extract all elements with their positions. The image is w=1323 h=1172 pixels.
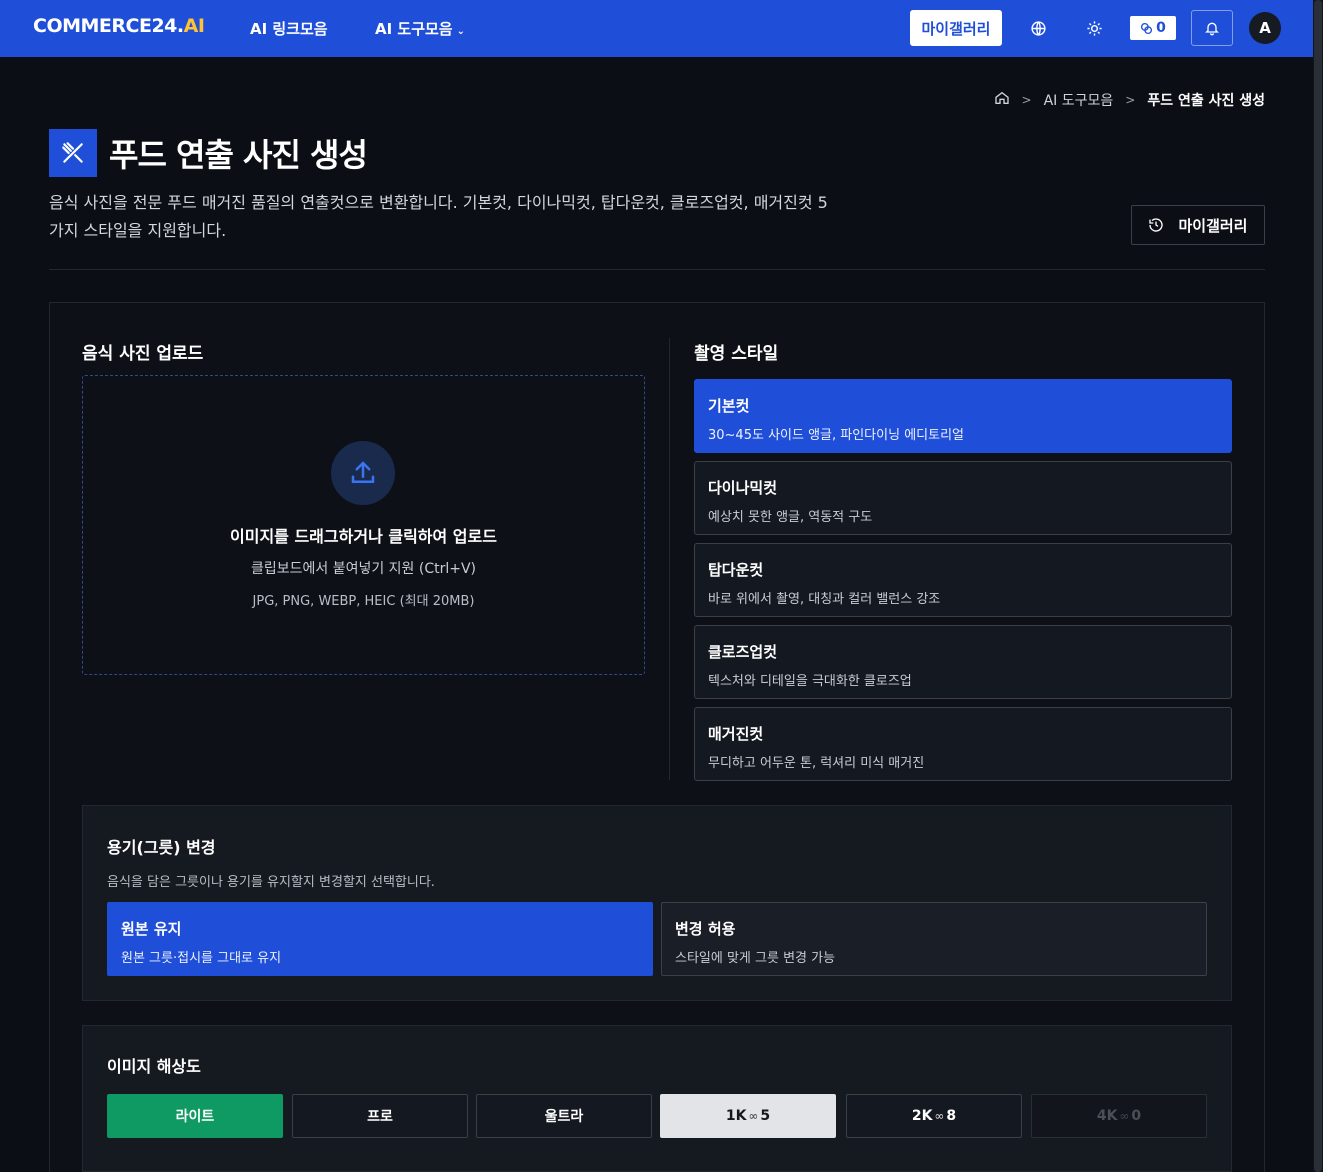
breadcrumb: > AI 도구모음 > 푸드 연출 사진 생성 — [994, 90, 1265, 110]
my-gallery-button[interactable]: 마이갤러리 — [1131, 205, 1265, 245]
resolution-label: 프로 — [367, 1109, 393, 1125]
breadcrumb-separator-icon: > — [1125, 93, 1136, 107]
breadcrumb-ai-tools[interactable]: AI 도구모음 — [1044, 90, 1114, 110]
style-option-closeup[interactable]: 클로즈업컷 텍스처와 디테일을 극대화한 클로즈업 — [694, 625, 1232, 699]
logo-text: COMMERCE24. — [33, 15, 184, 37]
credit-count: 0 — [1156, 20, 1166, 36]
resolution-cost: 5 — [760, 1108, 771, 1124]
style-option-basic[interactable]: 기본컷 30~45도 사이드 앵글, 파인다이닝 에디토리얼 — [694, 379, 1232, 453]
history-icon — [1149, 218, 1164, 232]
resolution-label: 라이트 — [175, 1109, 215, 1125]
vessel-option-title: 원본 유지 — [121, 920, 182, 938]
fork-knife-icon — [49, 129, 97, 177]
vessel-option-change[interactable]: 변경 허용 스타일에 맞게 그릇 변경 가능 — [661, 902, 1207, 976]
style-title: 다이나믹컷 — [708, 479, 778, 497]
coin-icon — [1141, 22, 1153, 34]
style-desc: 무디하고 어두운 톤, 럭셔리 미식 매거진 — [708, 756, 925, 771]
resolution-label: 1K — [725, 1108, 747, 1124]
breadcrumb-current: 푸드 연출 사진 생성 — [1147, 93, 1265, 109]
style-desc: 텍스처와 디테일을 극대화한 클로즈업 — [708, 674, 912, 689]
style-option-topdown[interactable]: 탑다운컷 바로 위에서 촬영, 대칭과 컬러 밸런스 강조 — [694, 543, 1232, 617]
style-option-dynamic[interactable]: 다이나믹컷 예상치 못한 앵글, 역동적 구도 — [694, 461, 1232, 535]
logo-accent: AI — [183, 15, 205, 37]
resolution-4k-button[interactable]: 4K ∞ 0 — [1031, 1094, 1207, 1138]
page-description: 음식 사진을 전문 푸드 매거진 품질의 연출컷으로 변환합니다. 기본컷, 다… — [49, 193, 828, 240]
resolution-label: 울트라 — [544, 1109, 584, 1125]
page-title: 푸드 연출 사진 생성 — [109, 136, 368, 174]
chevron-down-icon: ⌄ — [456, 26, 466, 37]
resolution-1k-button[interactable]: 1K ∞ 5 — [660, 1094, 836, 1138]
notification-bell-button[interactable] — [1191, 10, 1233, 46]
bell-icon — [1205, 22, 1219, 36]
nav-ai-links[interactable]: AI 링크모음 — [250, 18, 328, 39]
header-gallery-button[interactable]: 마이갤러리 — [910, 10, 1002, 46]
vessel-option-desc: 스타일에 맞게 그릇 변경 가능 — [675, 951, 836, 966]
section-divider — [49, 269, 1265, 270]
style-desc: 바로 위에서 촬영, 대칭과 컬러 밸런스 강조 — [708, 592, 941, 607]
vessel-option-desc: 원본 그릇·접시를 그대로 유지 — [121, 951, 282, 966]
credit-badge[interactable]: 0 — [1130, 16, 1176, 40]
coin-icon: ∞ — [934, 1109, 945, 1123]
style-title: 매거진컷 — [708, 725, 764, 743]
resolution-ultra-button[interactable]: 울트라 — [476, 1094, 652, 1138]
coin-icon: ∞ — [1119, 1109, 1130, 1123]
style-title: 탑다운컷 — [708, 561, 764, 579]
column-divider — [669, 338, 670, 780]
upload-section-label: 음식 사진 업로드 — [82, 344, 204, 364]
upload-title: 이미지를 드래그하거나 클릭하여 업로드 — [230, 527, 497, 546]
resolution-lite-button[interactable]: 라이트 — [107, 1094, 283, 1138]
vessel-option-title: 변경 허용 — [675, 920, 736, 938]
style-desc: 30~45도 사이드 앵글, 파인다이닝 에디토리얼 — [708, 428, 964, 443]
resolution-cost: 8 — [946, 1108, 957, 1124]
upload-icon[interactable] — [331, 441, 395, 505]
vessel-option-keep[interactable]: 원본 유지 원본 그릇·접시를 그대로 유지 — [107, 902, 653, 976]
nav-ai-tools[interactable]: AI 도구모음 ⌄ — [375, 18, 465, 39]
avatar[interactable]: A — [1249, 12, 1281, 44]
globe-icon[interactable] — [1027, 17, 1049, 39]
resolution-2k-button[interactable]: 2K ∞ 8 — [846, 1094, 1022, 1138]
style-section-label: 촬영 스타일 — [694, 344, 779, 364]
style-option-magazine[interactable]: 매거진컷 무디하고 어두운 톤, 럭셔리 미식 매거진 — [694, 707, 1232, 781]
resolution-cost: 0 — [1131, 1108, 1142, 1124]
style-desc: 예상치 못한 앵글, 역동적 구도 — [708, 510, 873, 525]
my-gallery-label: 마이갤러리 — [1178, 216, 1248, 235]
style-title: 기본컷 — [708, 397, 750, 415]
nav-ai-tools-label: AI 도구모음 — [375, 20, 453, 38]
resolution-title: 이미지 해상도 — [107, 1057, 201, 1076]
vessel-description: 음식을 담은 그릇이나 용기를 유지할지 변경할지 선택합니다. — [107, 875, 435, 890]
resolution-label: 4K — [1096, 1108, 1118, 1124]
scrollbar-thumb[interactable] — [1314, 0, 1322, 1172]
upload-subtitle: 클립보드에서 붙여넣기 지원 (Ctrl+V) — [250, 561, 477, 577]
resolution-label: 2K — [911, 1108, 933, 1124]
logo[interactable]: COMMERCE24.AI — [33, 15, 205, 37]
theme-sun-icon[interactable] — [1083, 17, 1105, 39]
home-icon[interactable] — [994, 90, 1010, 110]
upload-formats: JPG, PNG, WEBP, HEIC (최대 20MB) — [252, 594, 475, 609]
vessel-title: 용기(그릇) 변경 — [107, 838, 216, 857]
resolution-pro-button[interactable]: 프로 — [292, 1094, 468, 1138]
style-title: 클로즈업컷 — [708, 643, 778, 661]
coin-icon: ∞ — [748, 1109, 759, 1123]
breadcrumb-separator-icon: > — [1021, 93, 1032, 107]
